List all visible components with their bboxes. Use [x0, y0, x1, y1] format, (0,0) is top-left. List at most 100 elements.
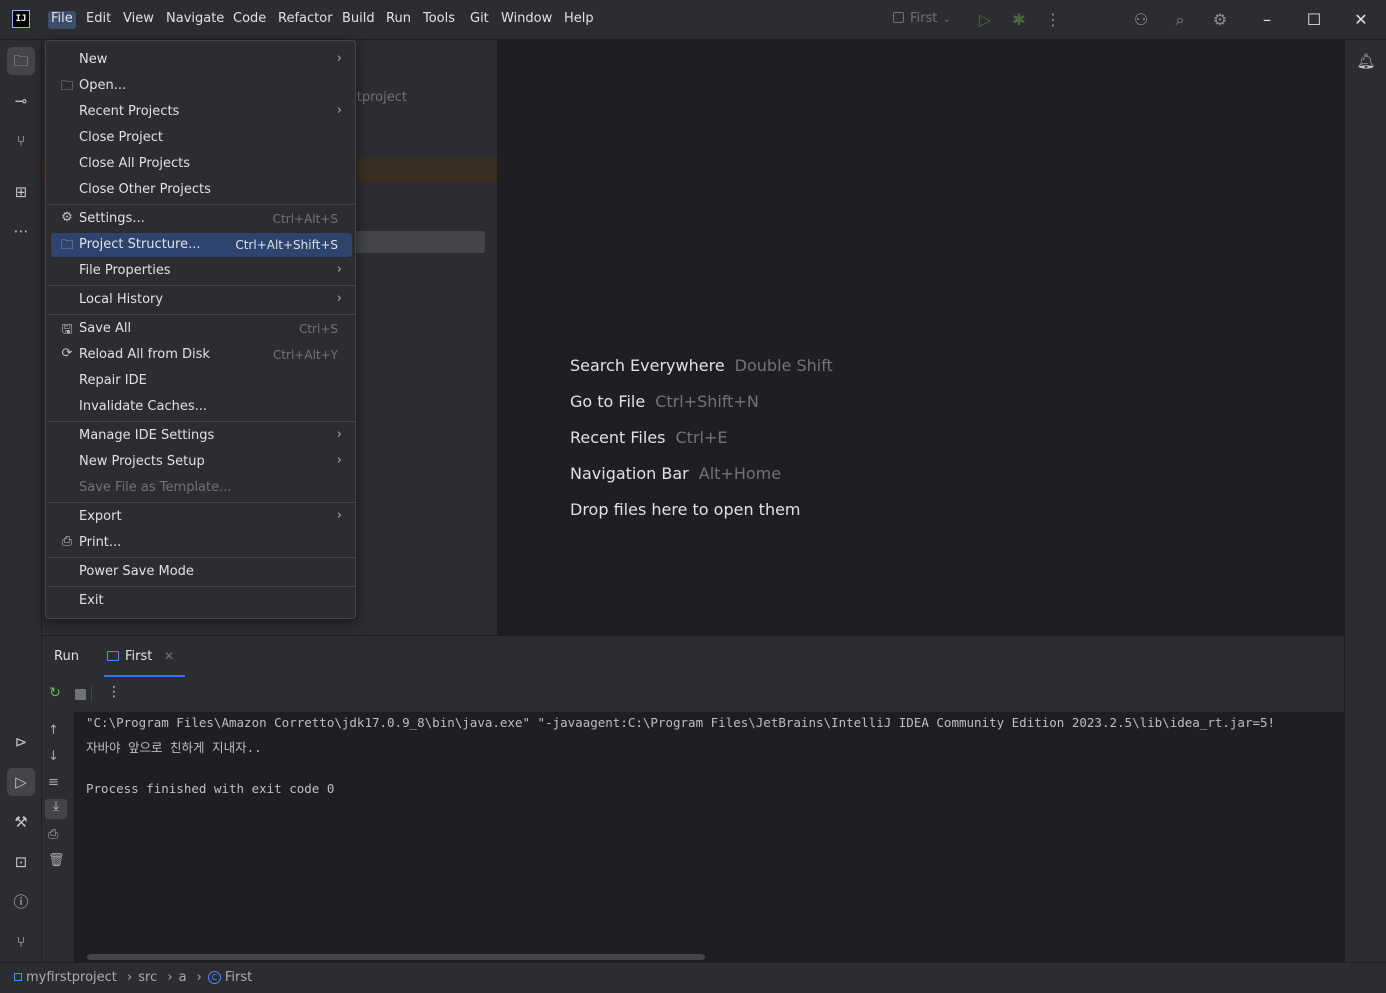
more-options-icon[interactable]: ⋮ [106, 684, 122, 702]
scroll-down-icon[interactable]: ↓ [48, 749, 59, 764]
editor-area [498, 40, 1344, 635]
notifications-bell-icon[interactable]: 🔔︎ [1352, 47, 1380, 75]
class-icon: C [207, 971, 221, 984]
chevron-right-icon: › [336, 427, 342, 442]
menu-item-reload-all[interactable]: ⟳ Reload All from Disk Ctrl+Alt+Y [51, 343, 352, 367]
menu-tools[interactable]: Tools [423, 11, 455, 29]
run-config-selector[interactable]: First ⌄ [893, 11, 951, 26]
menu-window[interactable]: Window [501, 11, 552, 29]
selected-tree-row[interactable] [352, 231, 485, 253]
chevron-right-icon: › [336, 262, 342, 277]
chevron-right-icon: › [127, 970, 133, 985]
menu-item-file-properties[interactable]: File Properties › [51, 259, 352, 283]
menu-help[interactable]: Help [564, 11, 594, 29]
menu-navigate[interactable]: Navigate [166, 11, 224, 29]
horizontal-scrollbar[interactable] [87, 954, 705, 960]
menu-item-new-projects-setup[interactable]: New Projects Setup › [51, 450, 352, 474]
app-logo-icon[interactable]: IJ [12, 10, 30, 28]
pull-requests-icon[interactable]: ⑂ [7, 127, 35, 155]
chevron-right-icon: › [336, 508, 342, 523]
menu-file[interactable]: File [48, 11, 76, 29]
menu-item-save-file-as-template: Save File as Template... [79, 480, 232, 495]
right-tool-strip: 🔔︎ [1344, 40, 1386, 962]
menu-item-new[interactable]: New › [51, 48, 352, 72]
console-line: Process finished with exit code 0 [86, 781, 335, 796]
menu-item-recent-projects[interactable]: Recent Projects › [51, 100, 352, 124]
project-root-label[interactable]: stproject [350, 90, 407, 105]
menu-separator [47, 557, 356, 558]
close-icon[interactable]: ✕ [1349, 8, 1373, 32]
gear-icon: ⚙ [61, 210, 73, 225]
menu-separator [47, 502, 356, 503]
soft-wrap-icon[interactable]: ≡ [48, 775, 59, 790]
stop-icon[interactable] [75, 689, 86, 700]
menu-git[interactable]: Git [470, 11, 489, 29]
search-icon[interactable]: ⌕ [1169, 10, 1191, 30]
more-options-icon[interactable]: ⋮ [1042, 10, 1064, 30]
hint-drop-files: Drop files here to open them [570, 500, 801, 519]
scroll-up-icon[interactable]: ↑ [48, 723, 59, 738]
structure-icon[interactable]: ⊞ [7, 178, 35, 206]
console-line: "C:\Program Files\Amazon Corretto\jdk17.… [86, 715, 1276, 730]
problems-icon[interactable]: ⓘ [7, 888, 35, 916]
toolbar-divider [91, 686, 92, 702]
menu-item-settings[interactable]: ⚙ Settings... Ctrl+Alt+S [51, 207, 352, 231]
menu-item-open[interactable]: 🗀 Open... [51, 74, 352, 98]
run-icon[interactable]: ▷ [974, 10, 996, 30]
run-tab-first[interactable]: First ✕ [104, 647, 185, 677]
breadcrumb-src[interactable]: src [138, 970, 157, 985]
run-tool-icon[interactable]: ▷ [7, 768, 35, 796]
chevron-down-icon: ⌄ [942, 14, 951, 25]
menu-refactor[interactable]: Refactor [278, 11, 333, 29]
project-structure-icon: 🗀 [60, 238, 74, 253]
menu-edit[interactable]: Edit [86, 11, 111, 29]
rerun-icon[interactable]: ↻ [46, 685, 64, 703]
file-menu-popup: New › 🗀 Open... Recent Projects › Close Pro… [45, 40, 356, 619]
menu-run[interactable]: Run [386, 11, 411, 29]
menu-separator [47, 314, 356, 315]
debug-icon[interactable]: ✱ [1008, 10, 1030, 30]
menu-separator [47, 421, 356, 422]
maximize-icon[interactable]: ☐ [1302, 8, 1326, 32]
menu-item-local-history[interactable]: Local History › [51, 288, 352, 312]
git-branch-icon[interactable]: ⑂ [7, 928, 35, 956]
commit-icon[interactable]: ⊸ [7, 87, 35, 115]
build-hammer-icon[interactable]: ⚒ [7, 808, 35, 836]
menu-item-project-structure[interactable]: 🗀 Project Structure... Ctrl+Alt+Shift+S [51, 233, 352, 257]
menu-item-exit[interactable]: Exit [51, 589, 352, 613]
more-tools-icon[interactable]: ⋯ [7, 217, 35, 245]
chevron-right-icon: › [336, 51, 342, 66]
chevron-right-icon: › [336, 291, 342, 306]
services-icon[interactable]: ⊳ [7, 728, 35, 756]
breadcrumb-project[interactable]: myfirstproject [26, 970, 117, 985]
close-tab-icon[interactable]: ✕ [164, 649, 174, 663]
print-icon[interactable]: ⎙ [48, 827, 58, 842]
run-panel-title: Run [54, 649, 79, 664]
clear-all-icon[interactable]: 🗑︎ [48, 853, 65, 868]
project-folder-icon[interactable]: 🗀 [7, 47, 35, 75]
menu-build[interactable]: Build [342, 11, 375, 29]
menu-item-print[interactable]: ⎙ Print... [51, 531, 352, 555]
terminal-icon[interactable]: ⊡ [7, 848, 35, 876]
menu-item-power-save-mode[interactable]: Power Save Mode [51, 560, 352, 584]
hint-recent-files: Recent Files Ctrl+E [570, 428, 728, 447]
module-icon [14, 973, 22, 981]
menu-item-invalidate-caches[interactable]: Invalidate Caches... [51, 395, 352, 419]
menu-item-close-other-projects[interactable]: Close Other Projects [51, 178, 352, 202]
menu-view[interactable]: View [123, 11, 154, 29]
add-user-icon[interactable]: ⚇ [1130, 10, 1152, 30]
breadcrumb-package[interactable]: a [179, 970, 187, 985]
minimize-icon[interactable]: – [1255, 8, 1279, 32]
left-tool-strip: 🗀 ⊸ ⑂ ⊞ ⋯ ⊳ ▷ ⚒ ⊡ ⓘ ⑂ [0, 40, 42, 962]
menu-item-close-all-projects[interactable]: Close All Projects [51, 152, 352, 176]
settings-gear-icon[interactable]: ⚙ [1209, 10, 1231, 30]
breadcrumb-class[interactable]: First [225, 970, 252, 985]
menu-code[interactable]: Code [233, 11, 266, 29]
scroll-to-end-icon[interactable]: ⤓ [45, 799, 67, 819]
menu-item-close-project[interactable]: Close Project [51, 126, 352, 150]
menu-item-save-all[interactable]: 🖫 Save All Ctrl+S [51, 317, 352, 341]
menu-item-export[interactable]: Export › [51, 505, 352, 529]
menu-item-repair-ide[interactable]: Repair IDE [51, 369, 352, 393]
menu-separator [47, 285, 356, 286]
menu-item-manage-ide-settings[interactable]: Manage IDE Settings › [51, 424, 352, 448]
